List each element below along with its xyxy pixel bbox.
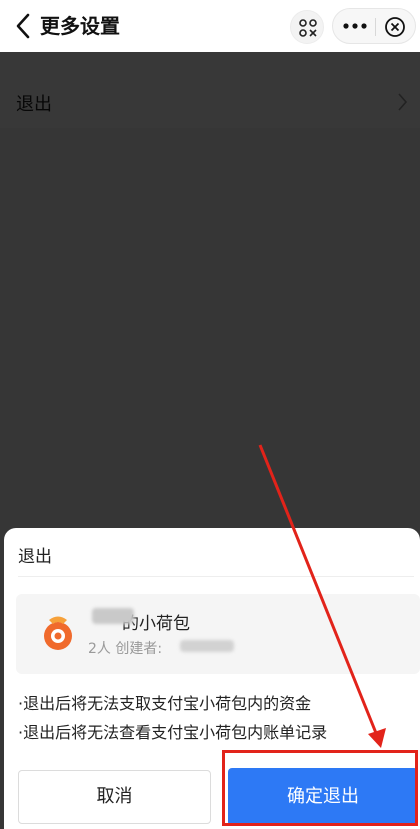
sheet-divider — [18, 576, 414, 577]
warning-note: ·退出后将无法支取支付宝小荷包内的资金 — [18, 694, 312, 713]
scan-icon — [299, 19, 317, 37]
screen: 更多设置 退出 的小荷包 2人 创建者: ·退出后将无法支取支付宝小荷包内的资金… — [0, 0, 420, 829]
wallet-logo-icon — [44, 616, 72, 650]
top-nav-bar: 更多设置 — [0, 0, 420, 52]
sheet-title: 退出 — [18, 547, 52, 567]
scan-button[interactable] — [290, 10, 324, 44]
chevron-left-icon[interactable] — [14, 12, 32, 40]
capsule-divider — [375, 18, 376, 36]
page-title: 更多设置 — [40, 14, 120, 38]
group-meta: 2人 创建者: — [88, 641, 163, 657]
warning-note: ·退出后将无法查看支付宝小荷包内账单记录 — [18, 723, 328, 742]
mini-program-capsule — [332, 8, 416, 44]
redacted-creator — [180, 640, 234, 652]
wallet-group-card: 的小荷包 2人 创建者: — [16, 594, 420, 674]
close-circle-icon[interactable] — [384, 16, 406, 38]
annotation-highlight-box — [222, 750, 418, 826]
redacted-name — [92, 608, 134, 624]
more-dots-icon[interactable] — [343, 19, 367, 33]
cancel-button[interactable]: 取消 — [18, 770, 211, 824]
